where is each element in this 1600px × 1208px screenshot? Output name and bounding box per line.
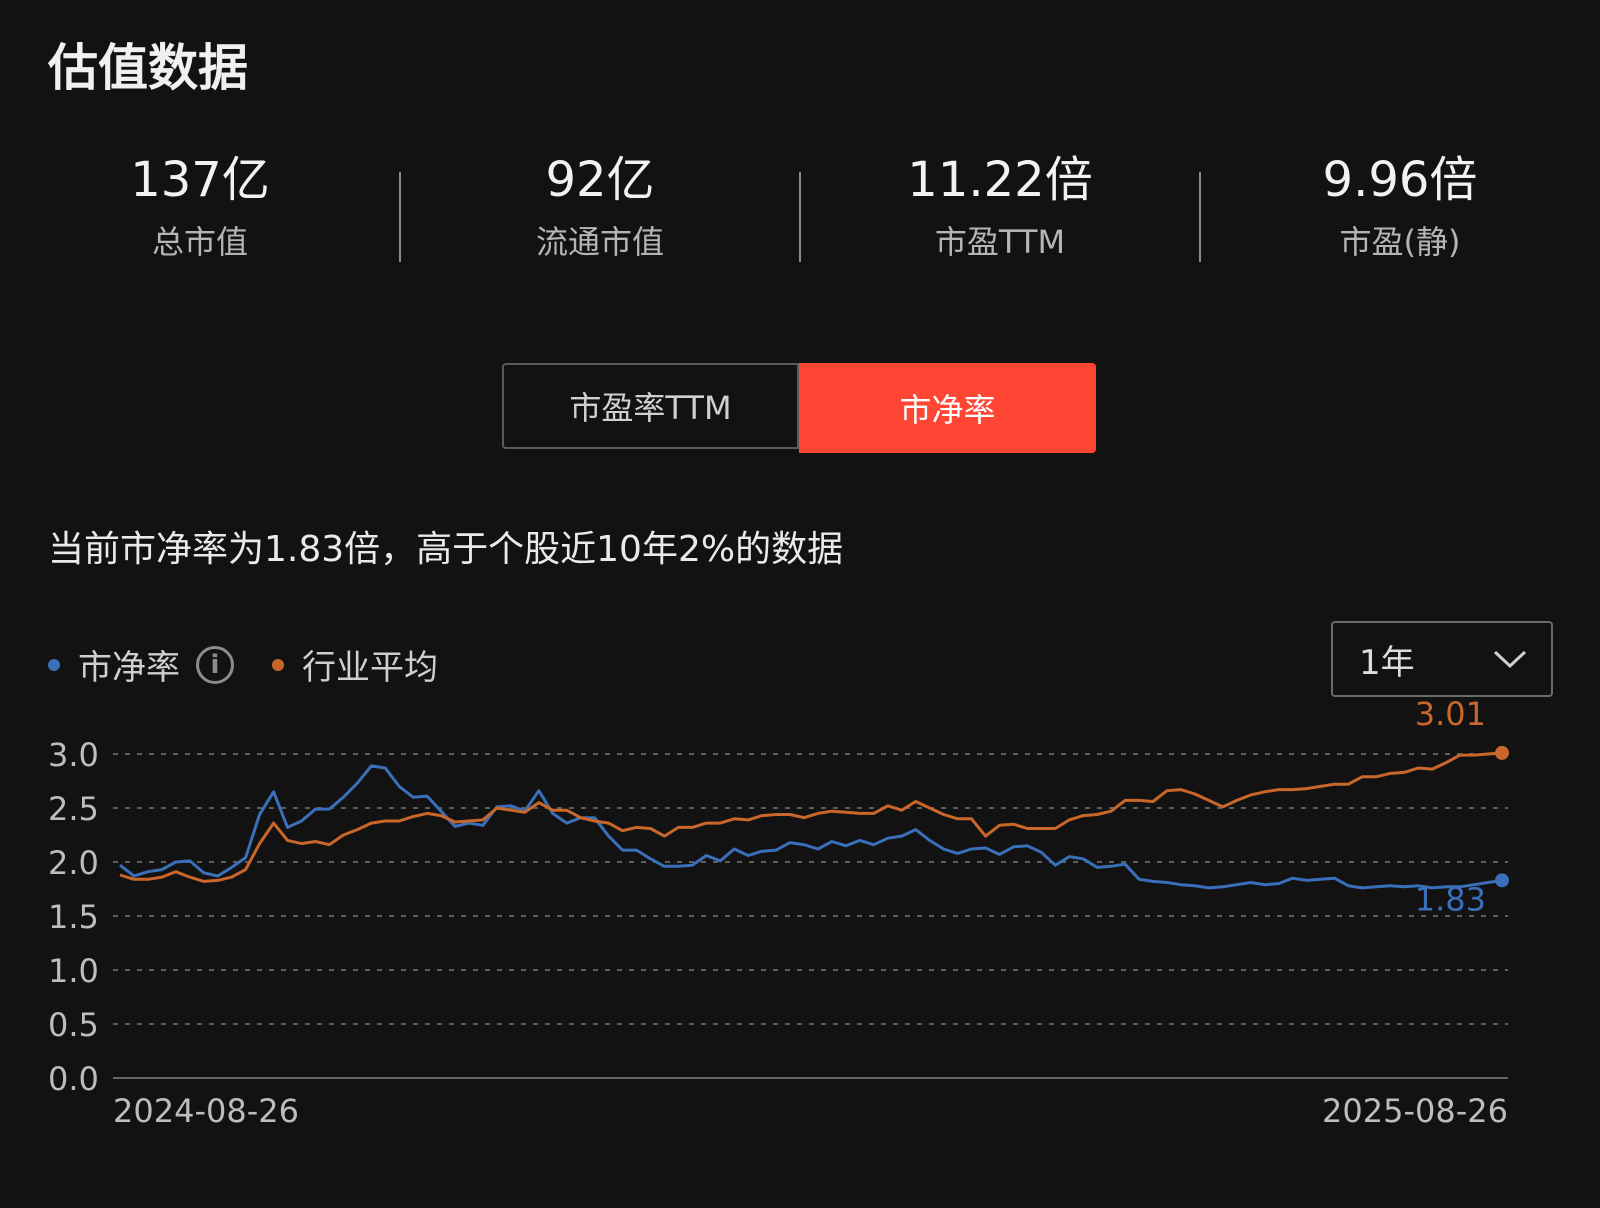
metric-pe-ttm: 11.22倍 市盈TTM	[800, 150, 1200, 262]
metric-label: 市盈(静)	[1339, 223, 1461, 261]
chart-legend: 市净率 i 行业平均	[48, 640, 438, 689]
metric-value: 9.96倍	[1322, 152, 1478, 208]
pb-description: 当前市净率为1.83倍，高于个股近10年2%的数据	[48, 529, 844, 570]
legend-label-industry: 行业平均	[302, 648, 438, 688]
y-tick-label: 0.5	[48, 1006, 99, 1044]
legend-item-pb: 市净率 i	[48, 640, 234, 689]
series-end-label-industry: 3.01	[1415, 695, 1486, 733]
legend-label-pb: 市净率	[78, 648, 180, 688]
tab-pb[interactable]: 市净率	[799, 363, 1096, 453]
y-tick-label: 1.0	[48, 952, 99, 990]
metric-label: 流通市值	[535, 223, 664, 261]
legend-dot-pb	[48, 658, 60, 671]
x-tick-label-end: 2025-08-26	[1322, 1092, 1508, 1130]
period-selected-value: 1年	[1359, 642, 1415, 683]
valuation-tabs: 市盈率TTM 市净率	[502, 363, 1096, 453]
legend-dot-industry	[272, 658, 284, 671]
metric-pe-static: 9.96倍 市盈(静)	[1200, 150, 1600, 262]
period-select[interactable]: 1年	[1331, 621, 1553, 697]
y-tick-label: 3.0	[48, 736, 99, 774]
series-end-point-industry	[1495, 745, 1509, 760]
metric-value: 11.22倍	[907, 152, 1093, 208]
series-end-point-pb	[1495, 873, 1509, 888]
metric-float-market-cap: 92亿 流通市值	[400, 150, 800, 262]
page-title: 估值数据	[48, 39, 248, 97]
y-tick-label: 2.5	[48, 790, 99, 828]
series-line-pb	[119, 764, 1503, 890]
metric-value: 137亿	[130, 152, 270, 208]
series-end-label-pb: 1.83	[1415, 880, 1486, 918]
info-icon[interactable]: i	[196, 645, 234, 684]
y-tick-label: 2.0	[48, 844, 99, 882]
y-tick-label: 0.0	[48, 1060, 99, 1098]
x-tick-label-start: 2024-08-26	[113, 1092, 299, 1130]
metric-total-market-cap: 137亿 总市值	[0, 150, 400, 262]
tab-pe-ttm[interactable]: 市盈率TTM	[502, 363, 799, 449]
y-tick-label: 1.5	[48, 898, 99, 936]
legend-item-industry: 行业平均	[272, 640, 438, 689]
metric-label: 市盈TTM	[934, 223, 1066, 261]
metric-label: 总市值	[151, 223, 248, 261]
pb-line-chart: 0.0 0.5 1.0 1.5 2.0 2.5 3.0 2024-08-26 2025-08-2…	[48, 695, 1509, 1130]
metrics-row: 137亿 总市值 92亿 流通市值 11.22倍 市盈TTM 9.96倍 市盈(…	[0, 150, 1600, 280]
metric-value: 92亿	[545, 152, 655, 208]
chevron-down-icon	[1493, 650, 1527, 669]
